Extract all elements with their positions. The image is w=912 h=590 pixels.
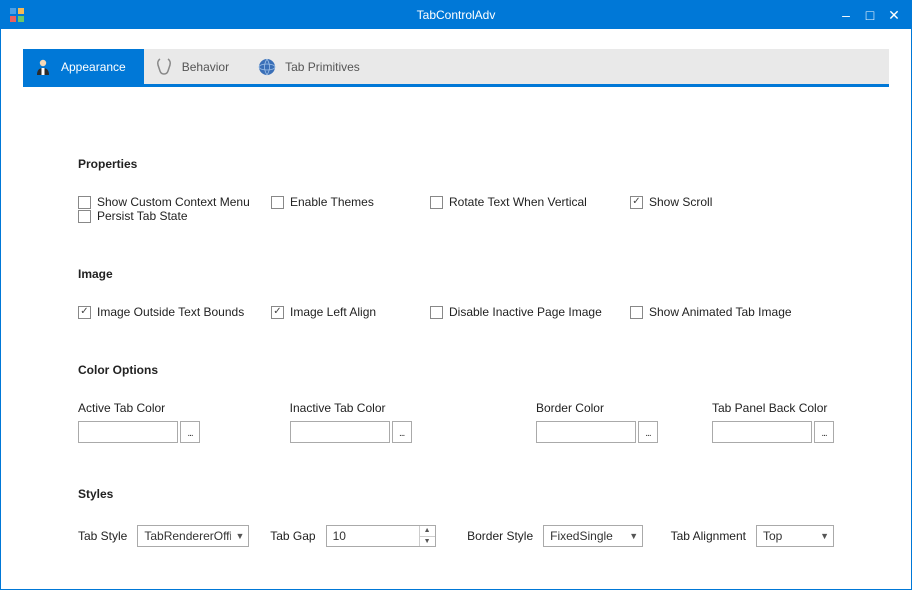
checkbox-icon bbox=[430, 196, 443, 209]
checkbox-icon bbox=[630, 196, 643, 209]
tab-label: Tab Primitives bbox=[285, 60, 360, 74]
inactive-tab-color: Inactive Tab Color ... bbox=[290, 401, 536, 443]
tab-style-item: Tab Style TabRendererOffice2 ▼ bbox=[78, 525, 270, 547]
chk-disable-inactive-page-image[interactable]: Disable Inactive Page Image bbox=[430, 305, 630, 319]
color-swatch bbox=[712, 421, 812, 443]
checkbox-label: Rotate Text When Vertical bbox=[449, 195, 587, 209]
active-tab-color: Active Tab Color ... bbox=[78, 401, 290, 443]
app-icon bbox=[9, 7, 25, 23]
chevron-down-icon: ▼ bbox=[820, 531, 829, 541]
style-label: Tab Alignment bbox=[671, 529, 746, 543]
tab-behavior[interactable]: Behavior bbox=[144, 49, 247, 84]
color-label: Tab Panel Back Color bbox=[712, 401, 834, 415]
minimize-button[interactable]: – bbox=[839, 8, 853, 22]
color-label: Inactive Tab Color bbox=[290, 401, 536, 415]
color-swatch bbox=[290, 421, 390, 443]
style-label: Border Style bbox=[467, 529, 533, 543]
checkbox-icon bbox=[78, 306, 91, 319]
checkbox-label: Disable Inactive Page Image bbox=[449, 305, 602, 319]
chk-show-scroll[interactable]: Show Scroll bbox=[630, 195, 758, 209]
tab-alignment-dropdown[interactable]: Top ▼ bbox=[756, 525, 834, 547]
primitives-icon bbox=[257, 57, 277, 77]
tabstrip: Appearance Behavior Tab Primitives bbox=[23, 49, 889, 87]
style-label: Tab Gap bbox=[270, 529, 315, 543]
color-swatch bbox=[536, 421, 636, 443]
border-style-dropdown[interactable]: FixedSingle ▼ bbox=[543, 525, 643, 547]
appearance-icon bbox=[33, 57, 53, 77]
chk-show-animated-tab-image[interactable]: Show Animated Tab Image bbox=[630, 305, 792, 319]
chevron-down-icon: ▼ bbox=[629, 531, 638, 541]
numeric-value: 10 bbox=[327, 526, 419, 546]
checkbox-icon bbox=[630, 306, 643, 319]
dropdown-value: FixedSingle bbox=[550, 529, 625, 543]
form-body: Properties Show Custom Context Menu Enab… bbox=[23, 87, 889, 567]
dropdown-value: Top bbox=[763, 529, 816, 543]
color-options-heading: Color Options bbox=[78, 363, 834, 377]
titlebar: TabControlAdv – □ ✕ bbox=[1, 1, 911, 29]
checkbox-label: Enable Themes bbox=[290, 195, 374, 209]
color-picker[interactable]: ... bbox=[536, 421, 712, 443]
checkbox-label: Persist Tab State bbox=[97, 209, 188, 223]
spin-down-icon[interactable]: ▼ bbox=[420, 537, 435, 547]
checkbox-icon bbox=[430, 306, 443, 319]
properties-heading: Properties bbox=[78, 157, 834, 171]
window-controls: – □ ✕ bbox=[839, 8, 911, 22]
checkbox-label: Show Animated Tab Image bbox=[649, 305, 792, 319]
tab-gap-numeric[interactable]: 10 ▲ ▼ bbox=[326, 525, 436, 547]
color-picker[interactable]: ... bbox=[712, 421, 834, 443]
tab-primitives[interactable]: Tab Primitives bbox=[247, 49, 378, 84]
color-picker-button[interactable]: ... bbox=[180, 421, 200, 443]
checkbox-icon bbox=[271, 306, 284, 319]
chk-persist-tab-state[interactable]: Persist Tab State bbox=[78, 209, 188, 223]
window-title: TabControlAdv bbox=[417, 8, 496, 22]
color-picker[interactable]: ... bbox=[78, 421, 290, 443]
styles-heading: Styles bbox=[78, 487, 834, 501]
image-heading: Image bbox=[78, 267, 834, 281]
content-area: Appearance Behavior Tab Primitives Prope… bbox=[1, 29, 911, 589]
image-row: Image Outside Text Bounds Image Left Ali… bbox=[78, 305, 834, 319]
border-style-item: Border Style FixedSingle ▼ bbox=[467, 525, 671, 547]
chk-rotate-text-when-vertical[interactable]: Rotate Text When Vertical bbox=[430, 195, 630, 209]
checkbox-icon bbox=[271, 196, 284, 209]
spin-up-icon[interactable]: ▲ bbox=[420, 526, 435, 537]
color-picker[interactable]: ... bbox=[290, 421, 536, 443]
tab-label: Behavior bbox=[182, 60, 229, 74]
behavior-icon bbox=[154, 57, 174, 77]
window: TabControlAdv – □ ✕ Appearance Behavior bbox=[0, 0, 912, 590]
chk-image-outside-text-bounds[interactable]: Image Outside Text Bounds bbox=[78, 305, 271, 319]
style-label: Tab Style bbox=[78, 529, 127, 543]
maximize-button[interactable]: □ bbox=[863, 8, 877, 22]
chk-enable-themes[interactable]: Enable Themes bbox=[271, 195, 430, 209]
border-color: Border Color ... bbox=[536, 401, 712, 443]
tab-panel-back-color: Tab Panel Back Color ... bbox=[712, 401, 834, 443]
numeric-spinners: ▲ ▼ bbox=[419, 526, 435, 546]
chevron-down-icon: ▼ bbox=[235, 531, 244, 541]
chk-show-custom-context-menu[interactable]: Show Custom Context Menu bbox=[78, 195, 271, 209]
tab-style-dropdown[interactable]: TabRendererOffice2 ▼ bbox=[137, 525, 249, 547]
checkbox-label: Show Custom Context Menu bbox=[97, 195, 250, 209]
color-picker-button[interactable]: ... bbox=[814, 421, 834, 443]
checkbox-label: Show Scroll bbox=[649, 195, 712, 209]
checkbox-label: Image Outside Text Bounds bbox=[97, 305, 244, 319]
color-picker-button[interactable]: ... bbox=[638, 421, 658, 443]
tab-gap-item: Tab Gap 10 ▲ ▼ bbox=[270, 525, 467, 547]
properties-row: Show Custom Context Menu Enable Themes R… bbox=[78, 195, 834, 223]
color-picker-button[interactable]: ... bbox=[392, 421, 412, 443]
checkbox-icon bbox=[78, 196, 91, 209]
color-label: Active Tab Color bbox=[78, 401, 290, 415]
color-label: Border Color bbox=[536, 401, 712, 415]
tab-label: Appearance bbox=[61, 60, 126, 74]
color-row: Active Tab Color ... Inactive Tab Color … bbox=[78, 401, 834, 443]
styles-row: Tab Style TabRendererOffice2 ▼ Tab Gap 1… bbox=[78, 525, 834, 547]
checkbox-icon bbox=[78, 210, 91, 223]
chk-image-left-align[interactable]: Image Left Align bbox=[271, 305, 430, 319]
tab-appearance[interactable]: Appearance bbox=[23, 49, 144, 84]
dropdown-value: TabRendererOffice2 bbox=[144, 529, 231, 543]
close-button[interactable]: ✕ bbox=[887, 8, 901, 22]
color-swatch bbox=[78, 421, 178, 443]
tab-alignment-item: Tab Alignment Top ▼ bbox=[671, 525, 834, 547]
checkbox-label: Image Left Align bbox=[290, 305, 376, 319]
